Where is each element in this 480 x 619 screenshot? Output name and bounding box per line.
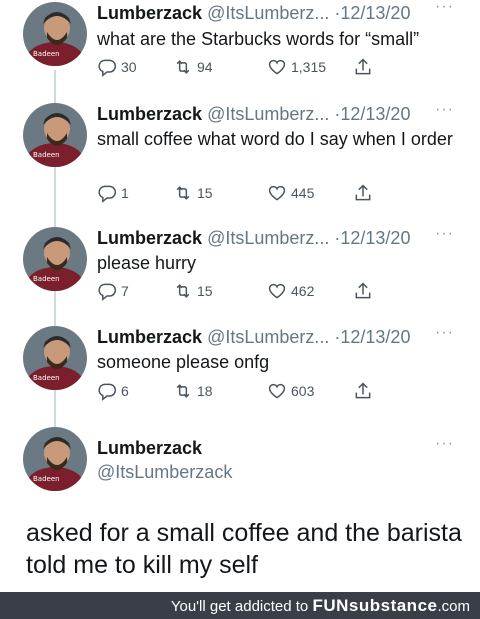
reply-icon — [98, 283, 117, 301]
watermark-text: You'll get addicted to FUNsubstance.com — [171, 596, 470, 616]
display-name[interactable]: Lumberzack — [97, 327, 202, 347]
avatar[interactable]: Badeen — [23, 427, 87, 491]
retweet-count: 18 — [197, 383, 213, 399]
retweet-count: 94 — [197, 59, 213, 75]
like-button[interactable]: 462 — [267, 281, 314, 301]
like-count: 445 — [291, 185, 315, 201]
share-button[interactable] — [353, 281, 377, 301]
tweet-actions: 6 18 603 — [97, 381, 387, 405]
watermark-prefix: You'll get addicted to — [170, 598, 313, 615]
watermark-bar: You'll get addicted to FUNsubstance.com — [0, 592, 480, 619]
retweet-button[interactable]: 15 — [173, 281, 213, 301]
share-button[interactable] — [353, 381, 377, 401]
reply-count: 6 — [121, 383, 129, 399]
tweet-date[interactable]: ·12/13/20 — [334, 104, 410, 124]
share-icon — [355, 382, 371, 399]
avatar[interactable]: Badeen — [23, 103, 87, 167]
reply-button[interactable]: 6 — [97, 381, 129, 401]
user-handle[interactable]: @ItsLumberz... — [207, 104, 329, 124]
user-handle[interactable]: @ItsLumberzack — [97, 461, 232, 483]
like-button[interactable]: 603 — [267, 381, 314, 401]
tweet-actions: 1 15 445 — [97, 183, 387, 207]
avatar[interactable]: Badeen — [23, 2, 87, 66]
more-options-icon[interactable]: ··· — [435, 435, 454, 453]
retweet-count: 15 — [197, 185, 213, 201]
heart-icon — [268, 383, 286, 399]
more-options-icon[interactable]: ··· — [435, 0, 454, 16]
like-button[interactable]: 445 — [267, 183, 314, 203]
tweet-text: small coffee what word do I say when I o… — [97, 129, 453, 149]
more-options-icon[interactable]: ··· — [435, 101, 454, 119]
display-name[interactable]: Lumberzack — [97, 228, 202, 248]
main-tweet-text: asked for a small coffee and the barista… — [26, 519, 462, 579]
retweet-count: 15 — [197, 283, 213, 299]
svg-text:Badeen: Badeen — [33, 50, 60, 58]
display-name[interactable]: Lumberzack — [97, 437, 232, 459]
tweet-text: please hurry — [97, 253, 197, 273]
tweet-date[interactable]: ·12/13/20 — [334, 3, 410, 23]
like-count: 603 — [291, 383, 315, 399]
like-button[interactable]: 1,315 — [267, 57, 326, 77]
watermark-brand: FUNsubstance — [312, 596, 438, 615]
watermark-suffix: .com — [437, 598, 470, 615]
share-icon — [355, 184, 371, 201]
reply-icon — [98, 59, 117, 77]
reply-button[interactable]: 7 — [97, 281, 129, 301]
avatar[interactable]: Badeen — [23, 326, 87, 390]
share-icon — [355, 58, 371, 75]
retweet-icon — [176, 186, 190, 200]
user-handle[interactable]: @ItsLumberz... — [207, 327, 329, 347]
display-name[interactable]: Lumberzack — [97, 104, 202, 124]
retweet-button[interactable]: 15 — [173, 183, 213, 203]
share-button[interactable] — [353, 57, 377, 77]
tweet-text: what are the Starbucks words for “small” — [97, 29, 420, 49]
svg-text:Badeen: Badeen — [33, 374, 60, 382]
display-name[interactable]: Lumberzack — [97, 3, 202, 23]
reply-button[interactable]: 30 — [97, 57, 137, 77]
reply-count: 30 — [121, 59, 137, 75]
svg-text:Badeen: Badeen — [33, 151, 60, 159]
svg-text:Badeen: Badeen — [33, 475, 60, 483]
retweet-button[interactable]: 18 — [173, 381, 213, 401]
tweet-text: someone please onfg — [97, 352, 270, 372]
reply-button[interactable]: 1 — [97, 183, 129, 203]
reply-count: 7 — [121, 283, 129, 299]
svg-text:Badeen: Badeen — [33, 275, 60, 283]
user-handle[interactable]: @ItsLumberz... — [207, 228, 329, 248]
share-button[interactable] — [353, 183, 377, 203]
retweet-icon — [176, 60, 190, 74]
tweet-date[interactable]: ·12/13/20 — [334, 228, 410, 248]
reply-count: 1 — [121, 185, 129, 201]
share-icon — [355, 282, 371, 299]
tweet-date[interactable]: ·12/13/20 — [334, 327, 410, 347]
retweet-icon — [176, 284, 190, 298]
like-count: 462 — [291, 283, 315, 299]
heart-icon — [268, 59, 286, 75]
retweet-icon — [176, 384, 190, 398]
tweet-actions: 7 15 462 — [97, 281, 387, 305]
tweet-actions: 30 94 1,315 — [97, 57, 387, 81]
heart-icon — [268, 185, 286, 201]
like-count: 1,315 — [291, 59, 327, 75]
more-options-icon[interactable]: ··· — [435, 225, 454, 243]
retweet-button[interactable]: 94 — [173, 57, 213, 77]
heart-icon — [268, 283, 286, 299]
reply-icon — [98, 185, 117, 203]
avatar[interactable]: Badeen — [23, 227, 87, 291]
more-options-icon[interactable]: ··· — [435, 324, 454, 342]
user-handle[interactable]: @ItsLumberz... — [207, 3, 329, 23]
reply-icon — [98, 383, 117, 401]
